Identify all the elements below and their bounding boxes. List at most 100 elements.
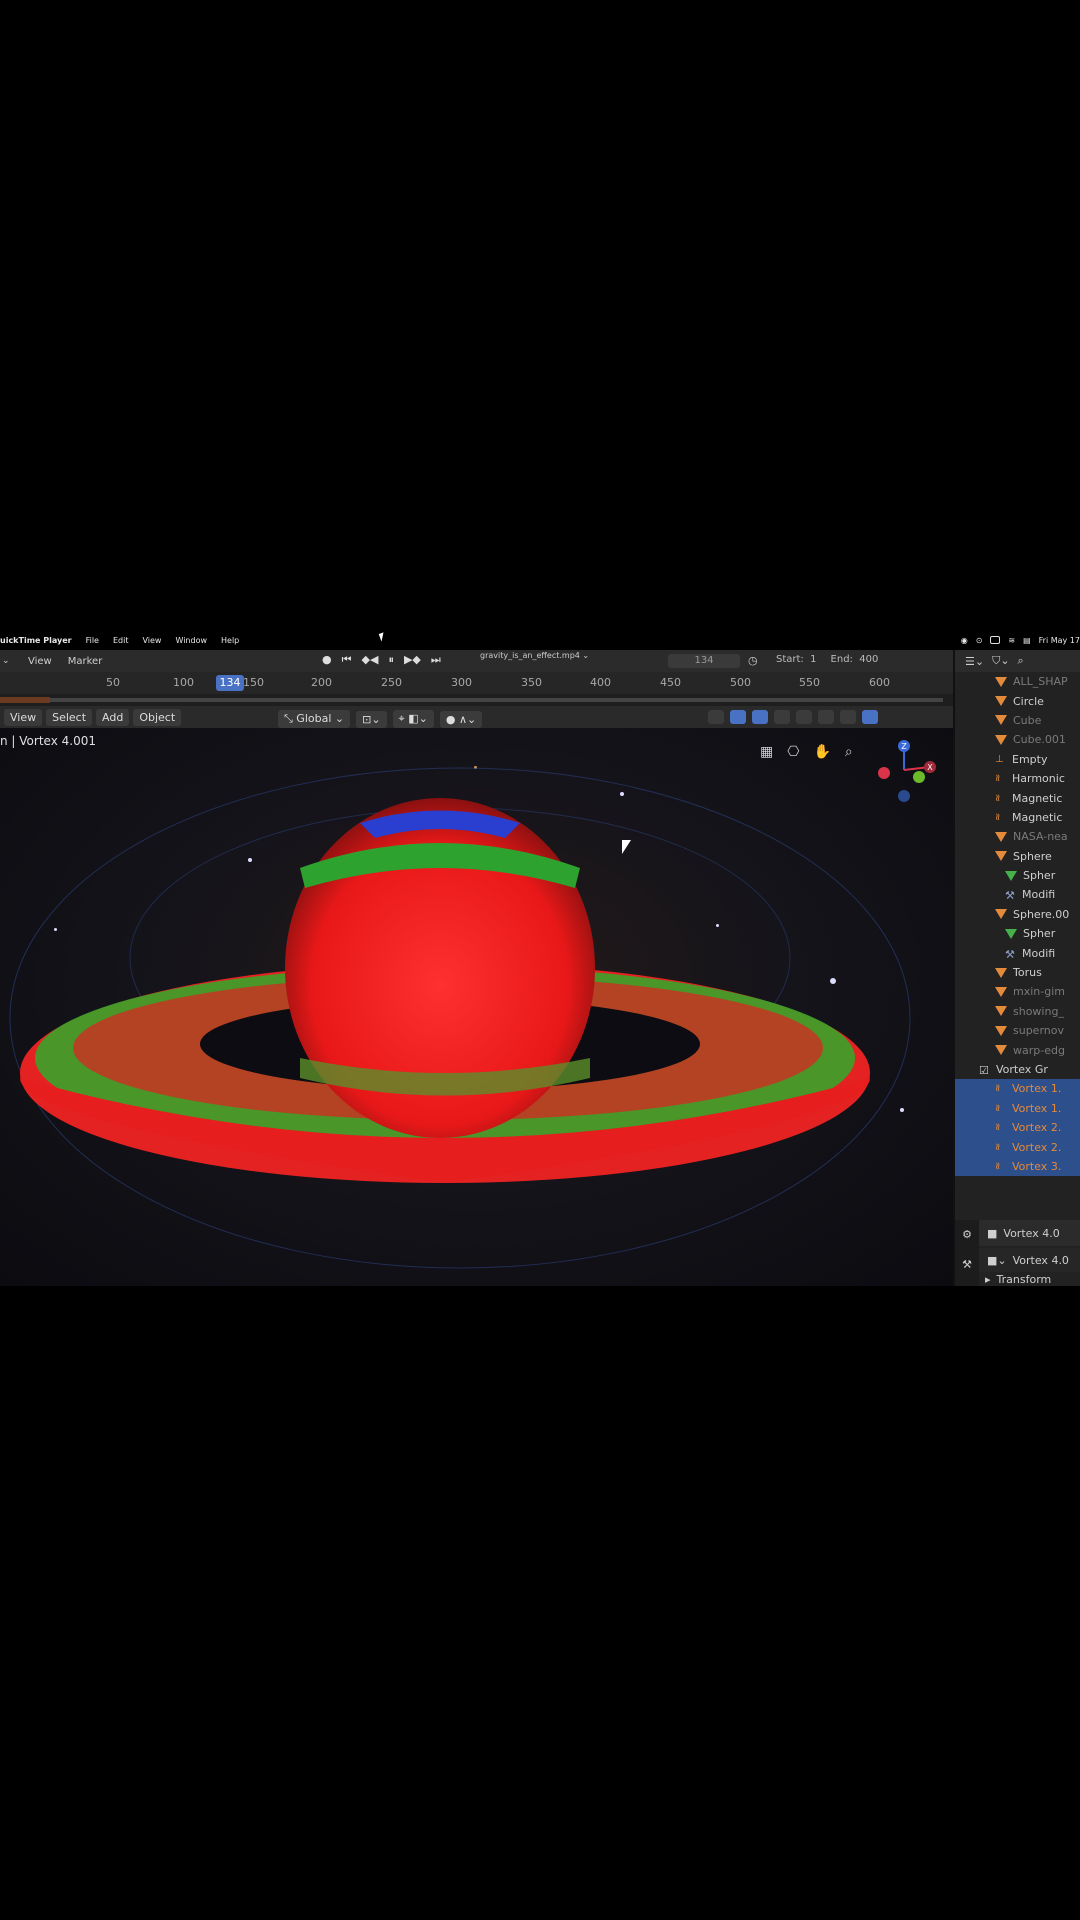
outliner-item[interactable]: ≀≀ Magnetic xyxy=(955,788,1080,807)
transform-orientation-dropdown[interactable]: ⤡ Global ⌄ xyxy=(278,710,351,728)
record-dot-icon[interactable]: ● xyxy=(322,653,332,667)
menu-file[interactable]: File xyxy=(86,636,99,645)
current-frame-field[interactable]: 134 xyxy=(668,654,740,668)
timeline-view-menu[interactable]: View xyxy=(28,656,52,667)
navigation-gizmo[interactable]: Z X xyxy=(872,740,942,804)
outliner-item[interactable]: ≀≀ Vortex 3. xyxy=(955,1156,1080,1177)
viewport-object-menu[interactable]: Object xyxy=(133,708,182,726)
outliner-item[interactable]: Circle xyxy=(955,691,1080,710)
menu-edit[interactable]: Edit xyxy=(113,636,129,645)
outliner-item[interactable]: Cube xyxy=(955,711,1080,730)
app-name[interactable]: uickTime Player xyxy=(0,636,72,645)
transform-tools: ⤡ Global ⌄ ⊡⌄ ⌖ ◧⌄ ● ∧⌄ xyxy=(278,710,483,728)
jump-end-icon[interactable]: ⏭ xyxy=(431,653,441,667)
timeline-marker-menu[interactable]: Marker xyxy=(68,656,103,667)
viewport-add-menu[interactable]: Add xyxy=(96,708,130,726)
outliner-item[interactable]: ≀≀ Vortex 1. xyxy=(955,1079,1080,1099)
outliner-item[interactable]: Sphere xyxy=(955,847,1080,866)
zoom-icon[interactable]: ⌕ xyxy=(845,744,853,760)
timeline-scrollbar[interactable] xyxy=(0,694,953,706)
frame-range: Start: 1 End: 400 xyxy=(776,654,878,665)
menu-help[interactable]: Help xyxy=(221,636,239,645)
outliner-item[interactable]: ☑ Vortex Gr xyxy=(955,1060,1080,1079)
overlay-toggle-icon[interactable] xyxy=(752,710,768,724)
mesh-object-icon xyxy=(995,986,1007,997)
clock[interactable]: Fri May 17 xyxy=(1039,636,1080,645)
end-field[interactable]: End: 400 xyxy=(831,654,879,665)
3d-viewport[interactable]: n | Vortex 4.001 ▦ ⎔ ✋ ⌕ Z X xyxy=(0,728,953,1286)
material-shading-icon[interactable] xyxy=(840,710,856,724)
camera-icon[interactable]: ◉ xyxy=(961,636,968,645)
wireframe-shading-icon[interactable] xyxy=(796,710,812,724)
battery-icon[interactable] xyxy=(990,636,1001,644)
mesh-object-icon xyxy=(995,831,1007,842)
viewport-select-menu[interactable]: Select xyxy=(46,708,93,726)
outliner-item[interactable]: ≀≀ Vortex 2. xyxy=(955,1117,1080,1138)
pause-icon[interactable]: ⏸ xyxy=(388,653,394,667)
menu-view[interactable]: View xyxy=(142,636,161,645)
outliner-item[interactable]: showing_ xyxy=(955,1002,1080,1021)
menu-window[interactable]: Window xyxy=(175,636,207,645)
properties-object-row[interactable]: ■ Vortex 4.0 xyxy=(979,1220,1080,1246)
outliner-item[interactable]: ≀≀ Vortex 2. xyxy=(955,1137,1080,1157)
outliner-item[interactable]: ⊥ Empty xyxy=(955,750,1080,769)
proportional-edit-icon[interactable]: ● ∧⌄ xyxy=(439,710,483,728)
filter-icon[interactable]: ⛉⌄ xyxy=(992,654,1009,668)
tool-tab-icon[interactable]: ⚙ xyxy=(955,1220,979,1250)
force-field-icon: ≀≀ xyxy=(995,792,1001,804)
rendered-shading-icon[interactable] xyxy=(862,710,878,724)
search-icon[interactable]: ⌕ xyxy=(1018,654,1024,668)
viewport-view-menu[interactable]: View xyxy=(4,708,43,726)
outliner-item[interactable]: supernov xyxy=(955,1021,1080,1040)
record-icon[interactable]: ⊙ xyxy=(976,636,983,645)
scrollbar-track[interactable] xyxy=(50,698,943,702)
solid-shading-icon[interactable] xyxy=(818,710,834,724)
hand-pan-icon[interactable]: ✋ xyxy=(813,744,830,760)
outliner-item-label: Empty xyxy=(1012,752,1048,766)
outliner-item-label: Vortex 1. xyxy=(1012,1101,1062,1115)
prev-keyframe-icon[interactable]: ◆◀ xyxy=(362,653,379,667)
playhead-frame[interactable]: 134 xyxy=(216,675,244,691)
camera-view-icon[interactable]: ⎔ xyxy=(787,744,799,760)
timeline-ruler[interactable]: 50 100 150 200 250 300 350 400 450 500 5… xyxy=(0,672,953,694)
outliner-item[interactable]: ≀≀ Harmonic xyxy=(955,769,1080,788)
xray-icon[interactable] xyxy=(774,710,790,724)
outliner-item[interactable]: ≀≀ Vortex 1. xyxy=(955,1098,1080,1118)
outliner-item[interactable]: Torus xyxy=(955,963,1080,982)
transform-section[interactable]: ▸ Transform xyxy=(979,1272,1080,1286)
mesh-object-icon xyxy=(995,734,1007,745)
grid-icon[interactable]: ▦ xyxy=(760,744,773,760)
outliner-list: ALL_SHAP Circle Cube Cube.001 ⊥ Empty ≀≀ Harmon… xyxy=(955,672,1080,1177)
outliner-item[interactable]: ALL_SHAP xyxy=(955,672,1080,691)
next-keyframe-icon[interactable]: ▶◆ xyxy=(404,653,421,667)
outliner-item[interactable]: Spher xyxy=(955,866,1080,885)
outliner-item[interactable]: NASA-nea xyxy=(955,827,1080,846)
display-mode-icon[interactable]: ☰⌄ xyxy=(965,655,984,668)
control-center-icon[interactable]: ▤ xyxy=(1023,636,1031,645)
force-field-icon: ≀≀ xyxy=(995,773,1001,785)
gizmo-toggle-icon[interactable] xyxy=(730,710,746,724)
mouse-cursor-icon xyxy=(378,632,387,642)
outliner-item[interactable]: Sphere.00 xyxy=(955,905,1080,924)
pivot-point-icon[interactable]: ⊡⌄ xyxy=(356,710,387,728)
outliner-item[interactable]: ⚒ Modifi xyxy=(955,943,1080,962)
ruler-tick: 600 xyxy=(869,676,890,689)
outliner-item[interactable]: Spher xyxy=(955,924,1080,943)
ruler-tick: 300 xyxy=(451,676,472,689)
start-field[interactable]: Start: 1 xyxy=(776,654,817,665)
snap-icon[interactable]: ⌖ ◧⌄ xyxy=(392,710,434,728)
clock-icon[interactable]: ◷ xyxy=(748,654,758,667)
playback-controls: ● ⏮ ◆◀ ⏸ ▶◆ ⏭ xyxy=(322,653,441,667)
visibility-icon[interactable] xyxy=(708,710,724,724)
outliner-item[interactable]: ⚒ Modifi xyxy=(955,885,1080,904)
outliner-item[interactable]: Cube.001 xyxy=(955,730,1080,749)
jump-start-icon[interactable]: ⏮ xyxy=(342,653,352,667)
properties-data-row[interactable]: ■⌄ Vortex 4.0 xyxy=(979,1248,1080,1272)
outliner-item[interactable]: warp-edg xyxy=(955,1040,1080,1059)
outliner-item[interactable]: ≀≀ Magnetic xyxy=(955,808,1080,827)
editor-type-chevron-icon[interactable]: ⌄ xyxy=(2,656,10,666)
object-tab-icon[interactable]: ⚒ xyxy=(955,1250,979,1280)
outliner-item[interactable]: mxin-gim xyxy=(955,982,1080,1001)
outliner-item-label: Vortex 1. xyxy=(1012,1082,1062,1096)
wifi-icon[interactable]: ≋ xyxy=(1008,636,1015,645)
